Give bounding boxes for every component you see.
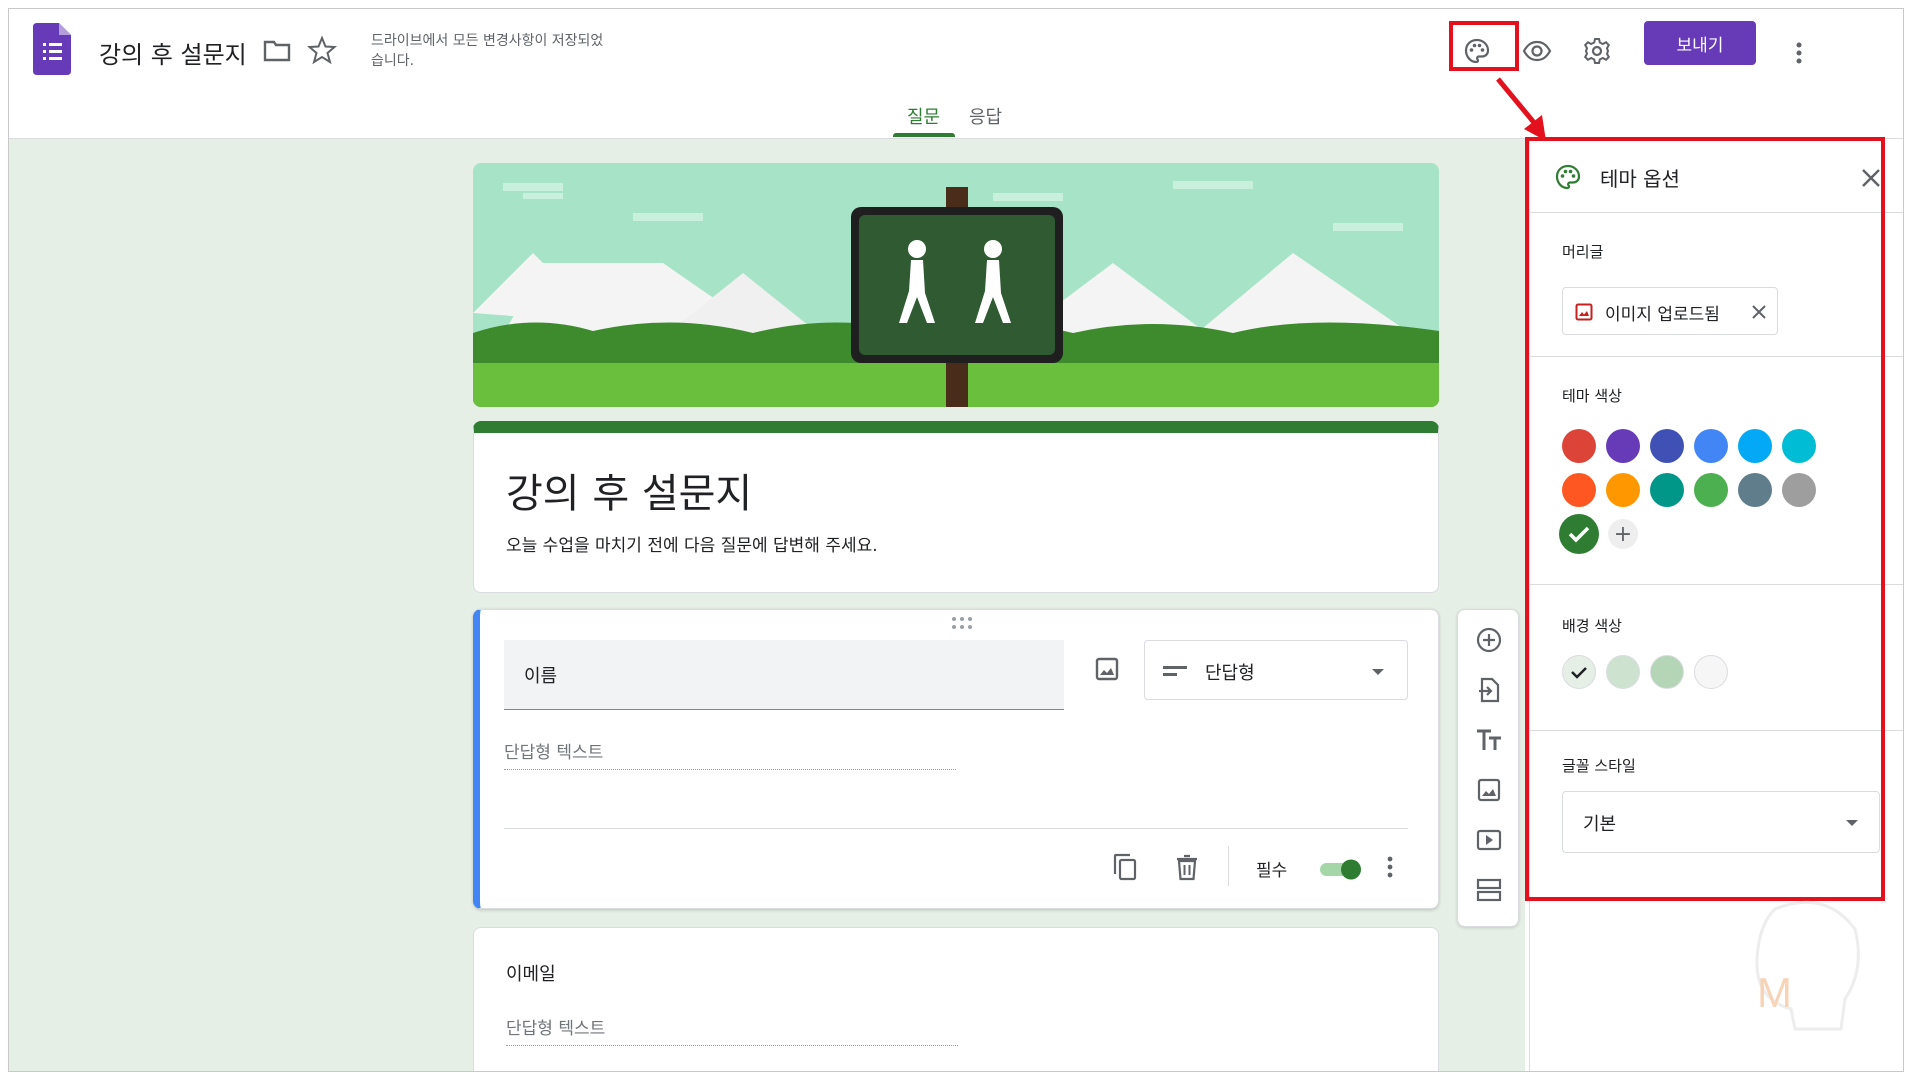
highlight-box: [1449, 21, 1519, 71]
form-title[interactable]: 강의 후 설문지: [506, 461, 752, 519]
more-vert-icon: [1796, 42, 1802, 64]
add-title-icon: [1477, 729, 1501, 750]
save-status-text: 드라이브에서 모든 변경사항이 저장되었습니다.: [371, 33, 604, 69]
duplicate-icon[interactable]: [1110, 852, 1140, 882]
question-type-dropdown[interactable]: 단답형: [1144, 640, 1408, 700]
import-questions-icon: [1479, 677, 1500, 703]
delete-icon[interactable]: [1172, 852, 1202, 882]
add-video-icon: [1476, 829, 1502, 851]
more-menu-button[interactable]: [1783, 31, 1815, 75]
question-card[interactable]: 이름 단답형 단답형 텍스트 필수: [473, 609, 1439, 909]
add-question-button[interactable]: [1473, 624, 1505, 656]
question-toolbar: [1457, 609, 1519, 927]
forms-logo-icon[interactable]: [33, 23, 71, 75]
document-title[interactable]: 강의 후 설문지: [99, 35, 247, 70]
question-title[interactable]: 이메일: [506, 960, 556, 986]
required-toggle[interactable]: [1316, 856, 1364, 882]
add-question-icon: [1476, 627, 1502, 653]
form-canvas: 강의 후 설문지 오늘 수업을 마치기 전에 다음 질문에 답변해 주세요. 이…: [9, 139, 1525, 1071]
dropdown-arrow-icon: [1372, 669, 1384, 675]
question-title-input[interactable]: 이름: [504, 640, 1064, 710]
divider: [504, 828, 1408, 829]
active-tab-indicator: [893, 133, 955, 137]
arrow-icon: [1496, 77, 1546, 141]
drag-handle-icon[interactable]: [950, 616, 974, 630]
add-image-icon: [1477, 778, 1501, 802]
header-banner-image: [473, 163, 1439, 407]
add-section-button[interactable]: [1473, 874, 1505, 906]
tab-responses[interactable]: 응답: [969, 103, 1002, 129]
question-card[interactable]: 이메일 단답형 텍스트: [473, 927, 1439, 1071]
add-title-button[interactable]: [1473, 724, 1505, 756]
gear-icon: [1583, 38, 1611, 64]
top-bar: 강의 후 설문지 드라이브에서 모든 변경사항이 저장되었습니다. 보내기 질문…: [9, 9, 1903, 139]
star-icon[interactable]: [307, 35, 337, 65]
tab-questions[interactable]: 질문: [907, 103, 940, 129]
answer-placeholder: 단답형 텍스트: [504, 738, 956, 770]
svg-text:M: M: [1757, 969, 1792, 1016]
eye-icon: [1522, 40, 1552, 62]
more-vert-icon[interactable]: [1380, 852, 1400, 882]
divider: [1228, 846, 1229, 886]
tab-bar: 질문 응답: [9, 103, 1903, 139]
add-video-button[interactable]: [1473, 824, 1505, 856]
watermark-logo: M: [1755, 900, 1860, 1031]
question-type-label: 단답형: [1205, 663, 1255, 684]
preview-button[interactable]: [1515, 29, 1559, 73]
add-section-icon: [1476, 878, 1502, 902]
add-image-icon[interactable]: [1092, 654, 1122, 684]
folder-icon[interactable]: [263, 39, 291, 63]
send-button[interactable]: 보내기: [1644, 21, 1756, 65]
import-questions-button[interactable]: [1473, 674, 1505, 706]
highlight-box: [1525, 137, 1885, 901]
form-title-card: 강의 후 설문지 오늘 수업을 마치기 전에 다음 질문에 답변해 주세요.: [473, 421, 1439, 593]
answer-placeholder: 단답형 텍스트: [506, 1014, 958, 1046]
required-label: 필수: [1256, 861, 1288, 881]
app-window: 강의 후 설문지 드라이브에서 모든 변경사항이 저장되었습니다. 보내기 질문…: [8, 8, 1904, 1072]
add-image-button[interactable]: [1473, 774, 1505, 806]
settings-button[interactable]: [1575, 29, 1619, 73]
short-answer-icon: [1163, 666, 1187, 676]
form-description[interactable]: 오늘 수업을 마치기 전에 다음 질문에 답변해 주세요.: [506, 531, 878, 556]
